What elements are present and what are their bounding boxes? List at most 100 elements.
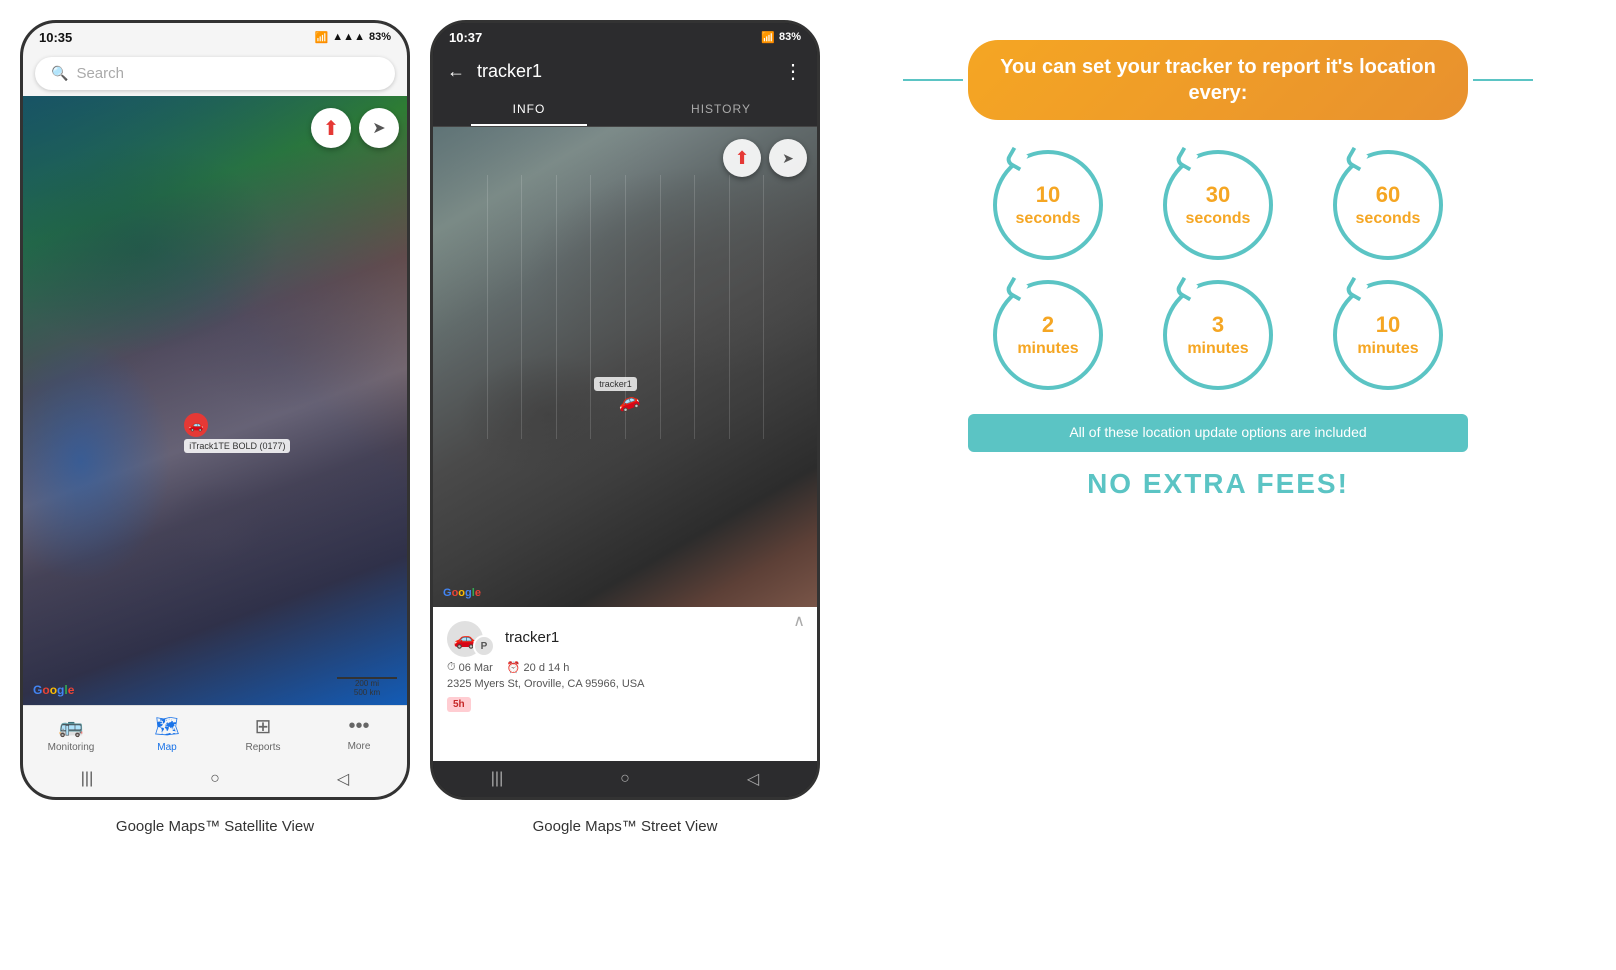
circle-text-30s: 30 seconds xyxy=(1186,182,1251,228)
time-phone1: 10:35 xyxy=(39,30,72,45)
arrow-icon: ➤ xyxy=(372,118,385,138)
street-map[interactable]: ⬆ ➤ 🚗 tracker1 Google xyxy=(433,127,817,607)
more-nav-icon: ••• xyxy=(348,715,369,738)
gesture-bar-phone1: ||| ○ ◁ xyxy=(23,761,407,797)
monitoring-icon: 🚌 xyxy=(59,714,84,739)
circle-unit-10s: seconds xyxy=(1016,209,1081,228)
street-arrow-button[interactable]: ➤ xyxy=(769,139,807,177)
circle-2-minutes: 2 minutes xyxy=(968,280,1128,390)
info-badge: 5h xyxy=(447,697,471,712)
satellite-map[interactable]: ⬆ ➤ 🚗 iTrack1TE BOLD (0177) Google 200 m… xyxy=(23,96,407,705)
circle-ring-3m: 3 minutes xyxy=(1163,280,1273,390)
no-fees-banner: All of these location update options are… xyxy=(968,414,1468,452)
nav-more[interactable]: ••• More xyxy=(329,715,389,752)
circle-unit-3m: minutes xyxy=(1187,339,1248,358)
status-icons-phone2: 📶 83% xyxy=(761,31,801,44)
phone1: 10:35 📶 ▲▲▲ 83% 🔍 Search ⬆ ➤ xyxy=(20,20,410,800)
info-panel: ∧ 🚗 P tracker1 ⏱ 06 Mar ⏰ 20 d 14 h 2325… xyxy=(433,607,817,761)
circle-10-minutes: 10 minutes xyxy=(1308,280,1468,390)
search-input-container[interactable]: 🔍 Search xyxy=(35,57,395,90)
nav-map[interactable]: 🗺 Map xyxy=(137,714,197,753)
gesture-back[interactable]: ||| xyxy=(62,770,112,788)
circle-value-30s: 30 xyxy=(1206,182,1230,207)
car-icon: 🚗 xyxy=(184,413,208,437)
street-tracker-label: tracker1 xyxy=(599,379,632,389)
circle-value-10m: 10 xyxy=(1376,312,1400,337)
street-arrow-icon: ➤ xyxy=(782,150,794,167)
date-value: 06 Mar xyxy=(459,662,493,674)
gesture-home[interactable]: ○ xyxy=(190,770,240,788)
tab-bar-phone2: INFO HISTORY xyxy=(433,92,817,127)
nav-more-label: More xyxy=(348,741,371,752)
circle-ring-10m: 10 minutes xyxy=(1333,280,1443,390)
gesture2-back[interactable]: ||| xyxy=(472,770,522,788)
gesture2-recents[interactable]: ◁ xyxy=(728,769,778,789)
phone2: 10:37 📶 83% ← tracker1 ⋮ INFO HISTORY xyxy=(430,20,820,800)
search-icon: 🔍 xyxy=(51,65,68,82)
gesture-recents[interactable]: ◁ xyxy=(318,769,368,789)
search-placeholder: Search xyxy=(76,65,124,82)
circles-grid: 10 seconds 30 seconds 60 secon xyxy=(968,150,1468,390)
circle-text-60s: 60 seconds xyxy=(1356,182,1421,228)
gesture2-home[interactable]: ○ xyxy=(600,770,650,788)
nav-monitoring-label: Monitoring xyxy=(48,742,95,753)
circle-ring-10s: 10 seconds xyxy=(993,150,1103,260)
phone2-caption: Google Maps™ Street View xyxy=(533,818,718,835)
search-bar[interactable]: 🔍 Search xyxy=(23,51,407,96)
street-car-label: tracker1 xyxy=(594,377,637,391)
circle-value-10s: 10 xyxy=(1036,182,1060,207)
tab-info[interactable]: INFO xyxy=(433,92,625,126)
circle-ring-2m: 2 minutes xyxy=(993,280,1103,390)
nav-monitoring[interactable]: 🚌 Monitoring xyxy=(41,714,101,753)
circle-value-3m: 3 xyxy=(1212,312,1224,337)
scale-text-1: 200 mi xyxy=(337,679,397,688)
car-marker: 🚗 iTrack1TE BOLD (0177) xyxy=(184,413,290,453)
tab-history-label: HISTORY xyxy=(691,102,751,116)
tracker-p-badge: P xyxy=(473,635,495,657)
circle-value-2m: 2 xyxy=(1042,312,1054,337)
location-arrow-button[interactable]: ➤ xyxy=(359,108,399,148)
signal-icon: ▲▲▲ xyxy=(332,31,365,43)
info-meta: ⏱ 06 Mar ⏰ 20 d 14 h xyxy=(447,661,803,674)
map-icon: 🗺 xyxy=(154,714,179,739)
compass-button[interactable]: ⬆ xyxy=(311,108,351,148)
tab-history[interactable]: HISTORY xyxy=(625,92,817,126)
info-tracker-name: tracker1 xyxy=(505,629,559,646)
time-phone2: 10:37 xyxy=(449,30,482,45)
street-compass[interactable]: ⬆ xyxy=(723,139,761,177)
google-logo-street: Google xyxy=(443,587,481,599)
duration-value: 20 d 14 h xyxy=(524,662,570,674)
gesture-bar-phone2: ||| ○ ◁ xyxy=(433,761,817,797)
info-card-inner: You can set your tracker to report it's … xyxy=(968,40,1468,500)
circle-unit-2m: minutes xyxy=(1017,339,1078,358)
status-icons-phone1: 📶 ▲▲▲ 83% xyxy=(315,31,391,44)
battery-icon-2: 83% xyxy=(779,31,801,43)
circle-60-seconds: 60 seconds xyxy=(1308,150,1468,260)
tracker-title: tracker1 xyxy=(477,61,771,82)
circle-ring-30s: 30 seconds xyxy=(1163,150,1273,260)
info-address: 2325 Myers St, Oroville, CA 95966, USA xyxy=(447,678,803,690)
circle-value-60s: 60 xyxy=(1376,182,1400,207)
info-row-top: 🚗 P tracker1 xyxy=(447,617,803,657)
circle-unit-60s: seconds xyxy=(1356,209,1421,228)
back-button[interactable]: ← xyxy=(447,61,465,82)
circle-text-10s: 10 seconds xyxy=(1016,182,1081,228)
circle-text-2m: 2 minutes xyxy=(1017,312,1078,358)
no-extra-fees: NO EXTRA FEES! xyxy=(968,468,1468,500)
nav-reports[interactable]: ⊞ Reports xyxy=(233,714,293,753)
circle-3-minutes: 3 minutes xyxy=(1138,280,1298,390)
clock-icon: ⏱ xyxy=(447,661,456,674)
no-fees-text: All of these location update options are… xyxy=(1069,424,1366,440)
info-date: ⏱ 06 Mar xyxy=(447,661,493,674)
status-bar-phone1: 10:35 📶 ▲▲▲ 83% xyxy=(23,23,407,51)
google-logo-map: Google xyxy=(33,683,74,697)
info-duration: ⏰ 20 d 14 h xyxy=(507,661,570,674)
circle-unit-30s: seconds xyxy=(1186,209,1251,228)
headline-banner: You can set your tracker to report it's … xyxy=(968,40,1468,120)
panel-handle[interactable]: ∧ xyxy=(793,611,805,631)
wifi-icon: 📶 xyxy=(315,31,329,44)
phone2-wrapper: 10:37 📶 83% ← tracker1 ⋮ INFO HISTORY xyxy=(430,20,820,835)
more-button[interactable]: ⋮ xyxy=(783,59,803,84)
wifi-icon-2: 📶 xyxy=(761,31,775,44)
marker-label: iTrack1TE BOLD (0177) xyxy=(184,439,290,453)
